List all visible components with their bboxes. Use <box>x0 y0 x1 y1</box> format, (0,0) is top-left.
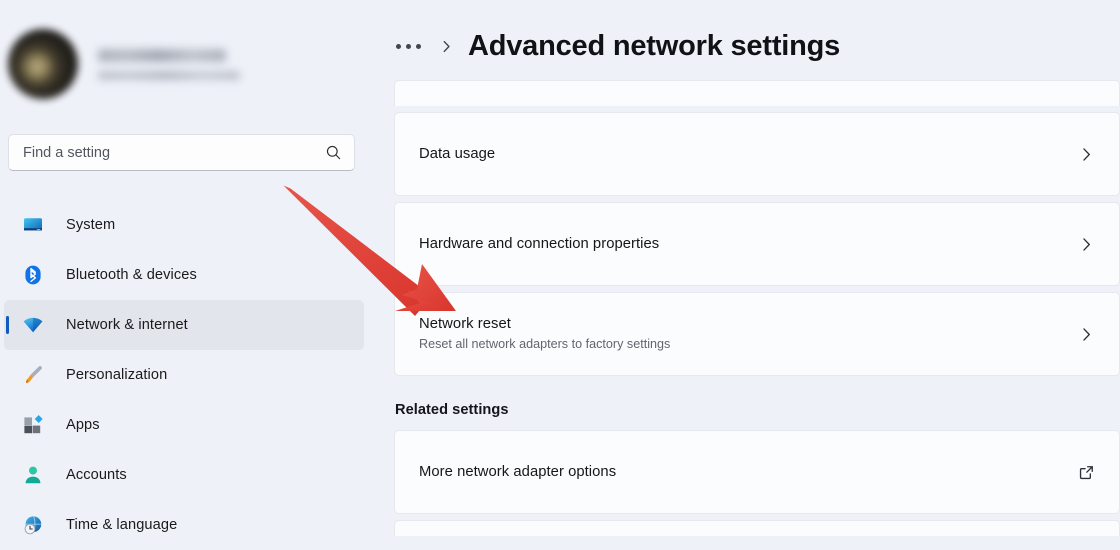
sidebar-item-label: Network & internet <box>66 317 188 333</box>
card-text: Network reset Reset all network adapters… <box>419 315 1078 353</box>
content-area: Advanced network settings Data usage Har… <box>380 0 1120 550</box>
chevron-right-icon[interactable] <box>1078 326 1095 343</box>
search-input[interactable] <box>23 144 325 161</box>
section-header-related-settings: Related settings <box>395 402 509 418</box>
sidebar-item-bluetooth-devices[interactable]: Bluetooth & devices <box>4 250 364 300</box>
external-link-icon[interactable] <box>1078 464 1095 481</box>
selection-accent-bar <box>6 316 9 334</box>
search-icon[interactable] <box>325 144 342 161</box>
avatar[interactable] <box>8 29 78 99</box>
card-text: Hardware and connection properties <box>419 235 1078 253</box>
sidebar-item-label: Apps <box>66 417 100 433</box>
card-hardware-connection-properties[interactable]: Hardware and connection properties <box>394 202 1120 286</box>
sidebar-item-network-internet[interactable]: Network & internet <box>4 300 364 350</box>
settings-window: System Bluetooth & devices <box>0 0 1120 550</box>
card-title: Data usage <box>419 145 496 162</box>
sidebar-item-time-language[interactable]: Time & language <box>4 500 364 550</box>
profile-text-redacted <box>98 48 240 80</box>
sidebar-item-label: Personalization <box>66 367 168 383</box>
card-more-network-adapter-options[interactable]: More network adapter options <box>394 430 1120 514</box>
card-subtitle: Reset all network adapters to factory se… <box>419 337 671 352</box>
chevron-right-icon <box>439 39 454 54</box>
apps-grid-icon <box>22 414 44 436</box>
sidebar-item-label: Time & language <box>66 517 178 533</box>
chevron-right-icon[interactable] <box>1078 236 1095 253</box>
chevron-right-icon[interactable] <box>1078 146 1095 163</box>
search-box[interactable] <box>8 134 355 171</box>
profile-name-redacted <box>98 48 226 62</box>
breadcrumb: Advanced network settings <box>394 24 840 68</box>
sidebar-nav: System Bluetooth & devices Network & int… <box>0 200 380 550</box>
card-data-usage[interactable]: Data usage <box>394 112 1120 196</box>
wifi-icon <box>22 314 44 336</box>
card-title: Hardware and connection properties <box>419 235 660 252</box>
sidebar-item-personalization[interactable]: Personalization <box>4 350 364 400</box>
person-icon <box>22 464 44 486</box>
card-text: Data usage <box>419 145 1078 163</box>
page-title: Advanced network settings <box>468 29 841 62</box>
sidebar-item-accounts[interactable]: Accounts <box>4 450 364 500</box>
clock-globe-icon <box>22 514 44 536</box>
sidebar-item-label: Accounts <box>66 467 127 483</box>
card-network-reset[interactable]: Network reset Reset all network adapters… <box>394 292 1120 376</box>
sidebar-item-label: Bluetooth & devices <box>66 267 197 283</box>
card-text: More network adapter options <box>419 463 1078 481</box>
sidebar: System Bluetooth & devices <box>0 0 380 550</box>
bluetooth-icon <box>22 264 44 286</box>
card-title: More network adapter options <box>419 463 617 480</box>
profile-email-redacted <box>98 70 240 80</box>
breadcrumb-overflow-button[interactable] <box>394 40 423 53</box>
sidebar-item-apps[interactable]: Apps <box>4 400 364 450</box>
user-profile[interactable] <box>8 26 308 102</box>
settings-card-list: Data usage Hardware and connection prope… <box>394 80 1120 536</box>
monitor-icon <box>22 214 44 236</box>
card-partial-above[interactable] <box>394 80 1120 106</box>
sidebar-item-label: System <box>66 217 116 233</box>
card-partial-below[interactable] <box>394 520 1120 536</box>
sidebar-item-system[interactable]: System <box>4 200 364 250</box>
paintbrush-icon <box>22 364 44 386</box>
card-title: Network reset <box>419 315 511 332</box>
